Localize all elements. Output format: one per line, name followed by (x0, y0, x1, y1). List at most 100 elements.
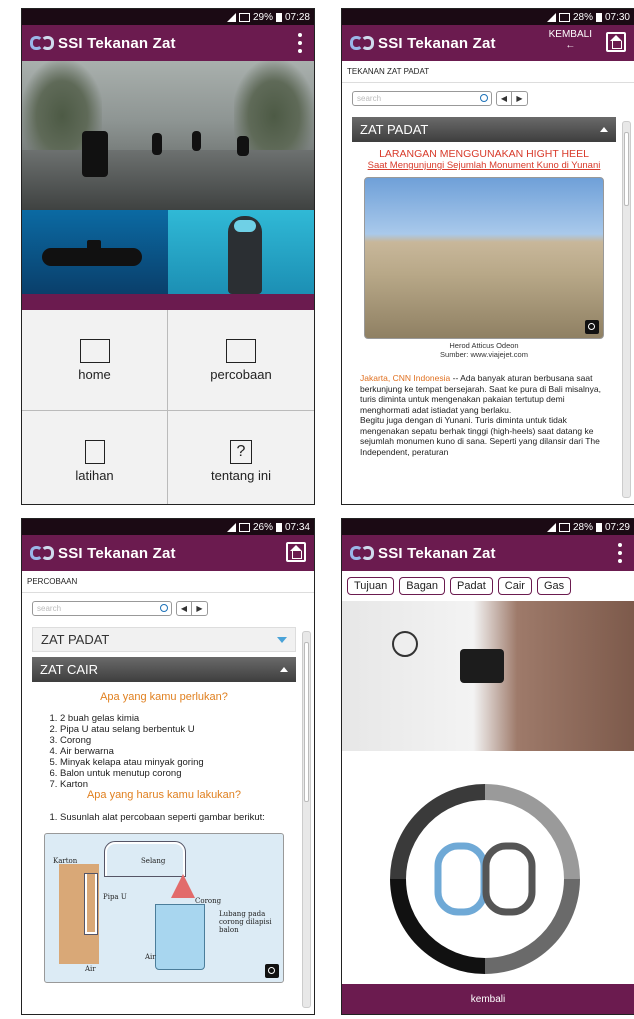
tab-gas[interactable]: Gas (536, 577, 572, 595)
accordion-label: ZAT PADAT (360, 122, 429, 137)
article-paragraph-1: Jakarta, CNN Indonesia -- Ada banyak atu… (360, 373, 608, 415)
scrollbar[interactable] (622, 121, 631, 498)
status-bar: 28% 07:29 (342, 519, 634, 535)
article-paragraph-2: Begitu juga dengan di Yunani. Turis dimi… (360, 415, 600, 457)
beaker (155, 904, 205, 970)
overflow-menu-icon[interactable] (618, 543, 622, 563)
home-screen: 29% 07:28 SSI Tekanan Zat home percobaan (21, 8, 315, 505)
search-input[interactable]: search (32, 600, 172, 616)
sim-icon (558, 12, 570, 22)
scroll-thumb[interactable] (304, 642, 309, 802)
accordion-zat-cair[interactable]: ZAT CAIR (32, 657, 296, 682)
list-item: 2 buah gelas kimia (60, 713, 288, 724)
tab-cair[interactable]: Cair (497, 577, 532, 595)
app-bar: SSI Tekanan Zat (342, 535, 634, 571)
search-row: search ◀ ▶ (22, 597, 314, 619)
tab-tujuan[interactable]: Tujuan (347, 577, 395, 595)
home-icon[interactable] (606, 32, 626, 52)
zoom-icon[interactable] (585, 320, 599, 334)
odeon-photo[interactable] (364, 177, 604, 339)
menu-percobaan-label: percobaan (210, 366, 272, 382)
menu-latihan-button[interactable]: latihan (22, 411, 168, 504)
app-title: SSI Tekanan Zat (58, 544, 176, 562)
list-item: Minyak kelapa atau minyak goring (60, 757, 288, 768)
list-item: Corong (60, 735, 288, 746)
menu-latihan-label: latihan (75, 467, 114, 483)
app-logo (30, 33, 56, 53)
experiment-diagram[interactable]: Karton Selang Pipa U Corong Lubang pada … (44, 833, 284, 983)
label-lubang: Lubang pada corong dilapisi balon (219, 910, 272, 934)
back-arrow-icon: ← (565, 40, 576, 51)
article-subtitle-link[interactable]: Saat Mengunjungi Sejumlah Monument Kuno … (360, 160, 608, 171)
battery-icon (595, 12, 602, 22)
app-logo (350, 543, 376, 563)
prev-arrow-icon[interactable]: ◀ (497, 91, 512, 105)
list-item: Air berwarna (60, 746, 288, 757)
app-bar: SSI Tekanan Zat (22, 25, 314, 61)
app-logo-large (390, 784, 580, 974)
app-bar: SSI Tekanan Zat (22, 535, 314, 571)
article-screen: 28% 07:30 SSI Tekanan Zat KEMBALI ← TEKA… (341, 8, 634, 505)
prev-arrow-icon[interactable]: ◀ (177, 601, 192, 615)
sim-icon (558, 522, 570, 532)
next-arrow-icon[interactable]: ▶ (512, 92, 527, 105)
u-tube (84, 873, 98, 935)
label-selang: Selang (141, 857, 166, 865)
document-icon (84, 439, 105, 464)
app-title: SSI Tekanan Zat (58, 34, 176, 52)
clock: 07:28 (284, 11, 310, 23)
source-link[interactable]: Jakarta, CNN Indonesia (360, 373, 450, 383)
list-item: Balon untuk menutup corong (60, 768, 288, 779)
label-karton: Karton (53, 857, 78, 865)
menu-home-label: home (78, 366, 111, 382)
sim-icon (238, 522, 250, 532)
sim-icon (238, 12, 250, 22)
breadcrumb: TEKANAN ZAT PADAT (342, 61, 634, 83)
overflow-menu-icon[interactable] (298, 33, 302, 53)
search-placeholder: search (357, 93, 382, 103)
house-icon (79, 338, 110, 363)
home-icon[interactable] (286, 542, 306, 562)
next-arrow-icon[interactable]: ▶ (192, 602, 207, 615)
pressure-gauge (392, 631, 418, 657)
app-bar: SSI Tekanan Zat KEMBALI ← (342, 25, 634, 61)
pressure-cuff (460, 649, 504, 683)
funnel (171, 874, 195, 898)
list-item: Karton (60, 779, 288, 790)
status-bar: 26% 07:34 (22, 519, 314, 535)
app-logo (350, 33, 376, 53)
needs-list: 2 buah gelas kimia Pipa U atau selang be… (40, 713, 288, 790)
label-corong: Corong (195, 897, 222, 905)
topics-screen: 28% 07:29 SSI Tekanan Zat Tujuan Bagan P… (341, 518, 634, 1015)
article-content: ZAT PADAT LARANGAN MENGGUNAKAN HIGHT HEE… (342, 117, 634, 463)
chevron-up-icon (280, 667, 288, 672)
search-input[interactable]: search (352, 90, 492, 106)
app-title: SSI Tekanan Zat (378, 544, 496, 562)
back-button[interactable]: KEMBALI ← (549, 29, 592, 51)
submarine-image (22, 210, 168, 294)
scrollbar[interactable] (302, 631, 311, 1008)
menu-tentang-label: tentang ini (211, 467, 271, 483)
main-menu-grid: home percobaan latihan ? tentang ini (22, 310, 314, 504)
search-icon[interactable] (160, 603, 168, 612)
photo-caption: Herod Atticus Odeon (449, 341, 519, 350)
steps-list: Susunlah alat percobaan seperti gambar b… (40, 812, 288, 823)
menu-percobaan-button[interactable]: percobaan (168, 310, 314, 411)
photo-source: Sumber: www.viajejet.com (440, 350, 528, 359)
menu-home-button[interactable]: home (22, 310, 168, 411)
clock: 07:30 (604, 11, 630, 23)
signal-icon (546, 12, 556, 22)
menu-tentang-button[interactable]: ? tentang ini (168, 411, 314, 504)
experiment-content: ZAT PADAT ZAT CAIR Apa yang kamu perluka… (22, 627, 314, 989)
battery-percent: 28% (572, 521, 593, 533)
scroll-thumb[interactable] (624, 132, 629, 206)
accordion-zat-padat[interactable]: ZAT PADAT (32, 627, 296, 652)
search-icon[interactable] (480, 93, 488, 102)
zoom-icon[interactable] (265, 964, 279, 978)
back-button[interactable]: kembali (342, 984, 634, 1014)
accordion-zat-padat[interactable]: ZAT PADAT (352, 117, 616, 142)
tab-bagan[interactable]: Bagan (399, 577, 446, 595)
clock: 07:34 (284, 521, 310, 533)
label-air-left: Air (85, 965, 96, 973)
tab-padat[interactable]: Padat (450, 577, 493, 595)
